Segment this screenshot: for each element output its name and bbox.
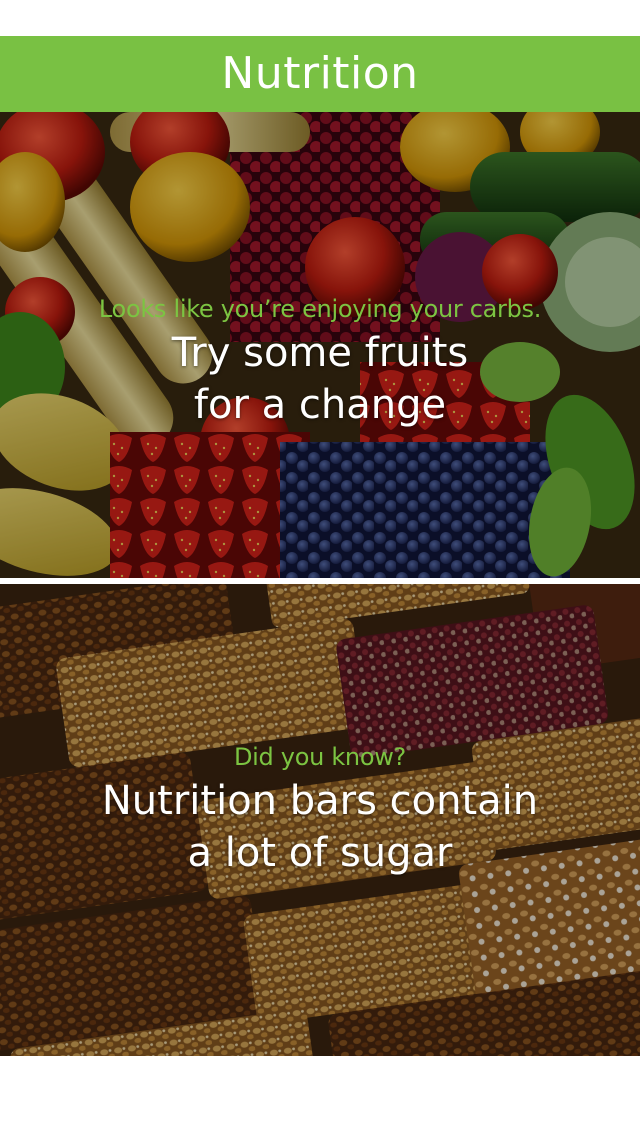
tip-kicker: Did you know? (234, 743, 406, 771)
tip-headline-line: for a change (193, 381, 447, 428)
tip-text-block: Looks like you’re enjoying your carbs. T… (0, 296, 640, 431)
header-bar: Nutrition (0, 36, 640, 112)
tip-headline-line: a lot of sugar (187, 829, 453, 876)
nutrition-screen: Nutrition Looks like you’re enjoying you… (0, 0, 640, 1136)
tip-card-nutrition-bars[interactable]: Did you know? Nutrition bars contain a l… (0, 584, 640, 1056)
bottom-blank-area (0, 1056, 640, 1136)
tip-kicker: Looks like you’re enjoying your carbs. (98, 295, 542, 323)
tip-headline: Try some fruits for a change (0, 328, 640, 430)
tip-text-block: Did you know? Nutrition bars contain a l… (0, 744, 640, 879)
tip-headline-line: Try some fruits (171, 330, 469, 377)
tip-headline-line: Nutrition bars contain (101, 778, 539, 825)
status-bar (0, 0, 640, 36)
page-title: Nutrition (221, 48, 419, 99)
tip-headline: Nutrition bars contain a lot of sugar (0, 776, 640, 878)
tip-card-fruits[interactable]: Looks like you’re enjoying your carbs. T… (0, 112, 640, 578)
